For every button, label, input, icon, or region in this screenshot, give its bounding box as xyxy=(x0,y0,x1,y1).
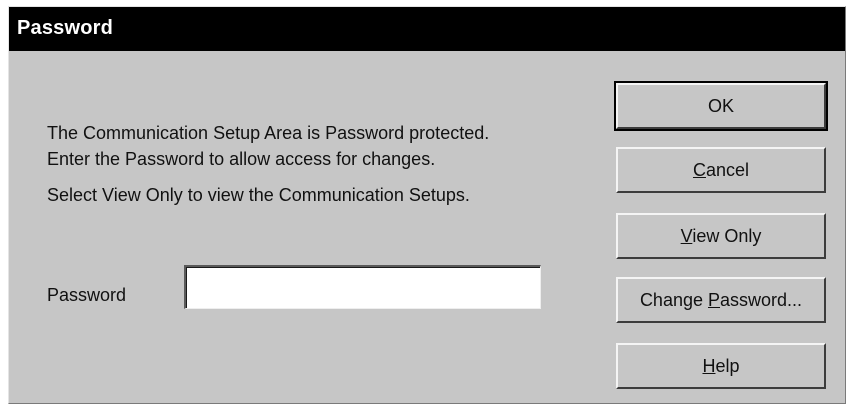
message-line-3: Select View Only to view the Communicati… xyxy=(47,185,470,205)
ok-button[interactable]: OK xyxy=(614,81,828,131)
password-input[interactable] xyxy=(184,265,541,309)
ok-button-label: OK xyxy=(707,95,734,116)
window-title: Password xyxy=(17,17,114,39)
change-password-label-rest: assword... xyxy=(720,289,803,310)
help-mnemonic: H xyxy=(702,355,716,376)
change-password-label-pre: Change xyxy=(639,289,708,310)
message-line-2: Enter the Password to allow access for c… xyxy=(47,149,436,169)
message-line-1: The Communication Setup Area is Password… xyxy=(47,123,490,143)
password-label: Password xyxy=(47,285,127,305)
view-only-button-label: iew Only xyxy=(692,225,762,246)
cancel-button-label: ancel xyxy=(705,159,750,180)
cancel-mnemonic: C xyxy=(692,159,706,180)
password-dialog: Password The Communication Setup Area is… xyxy=(8,6,846,404)
view-only-button[interactable]: View Only xyxy=(616,213,826,259)
change-password-mnemonic: P xyxy=(708,289,721,310)
view-only-mnemonic: V xyxy=(680,225,693,246)
help-button-label: elp xyxy=(715,355,740,376)
change-password-button[interactable]: Change Password... xyxy=(616,277,826,323)
title-bar[interactable]: Password xyxy=(9,7,845,51)
help-button[interactable]: Help xyxy=(616,343,826,389)
cancel-button[interactable]: Cancel xyxy=(616,147,826,193)
